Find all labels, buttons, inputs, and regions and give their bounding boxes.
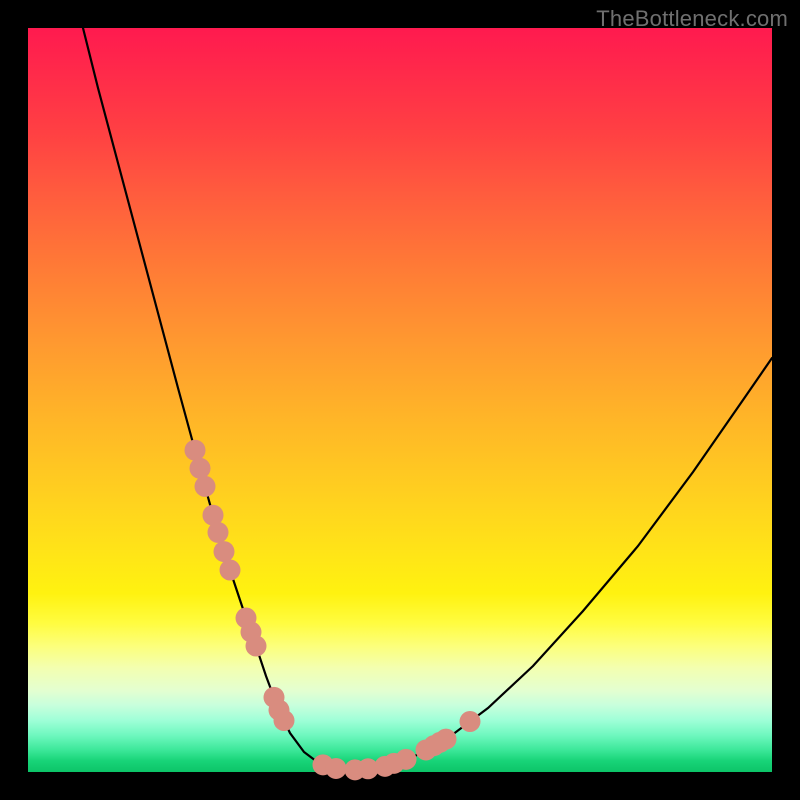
data-point [326, 758, 347, 779]
watermark-text: TheBottleneck.com [596, 6, 788, 32]
data-point [274, 710, 295, 731]
data-point [208, 522, 229, 543]
curve-svg [28, 28, 772, 772]
bottleneck-curve [83, 28, 772, 770]
data-point [185, 440, 206, 461]
data-point [190, 458, 211, 479]
plot-area [28, 28, 772, 772]
chart-frame: TheBottleneck.com [0, 0, 800, 800]
data-point [195, 476, 216, 497]
data-point [214, 541, 235, 562]
data-point [246, 636, 267, 657]
data-point [220, 560, 241, 581]
data-point [460, 711, 481, 732]
data-point [396, 749, 417, 770]
data-point [436, 729, 457, 750]
data-points [185, 440, 481, 781]
